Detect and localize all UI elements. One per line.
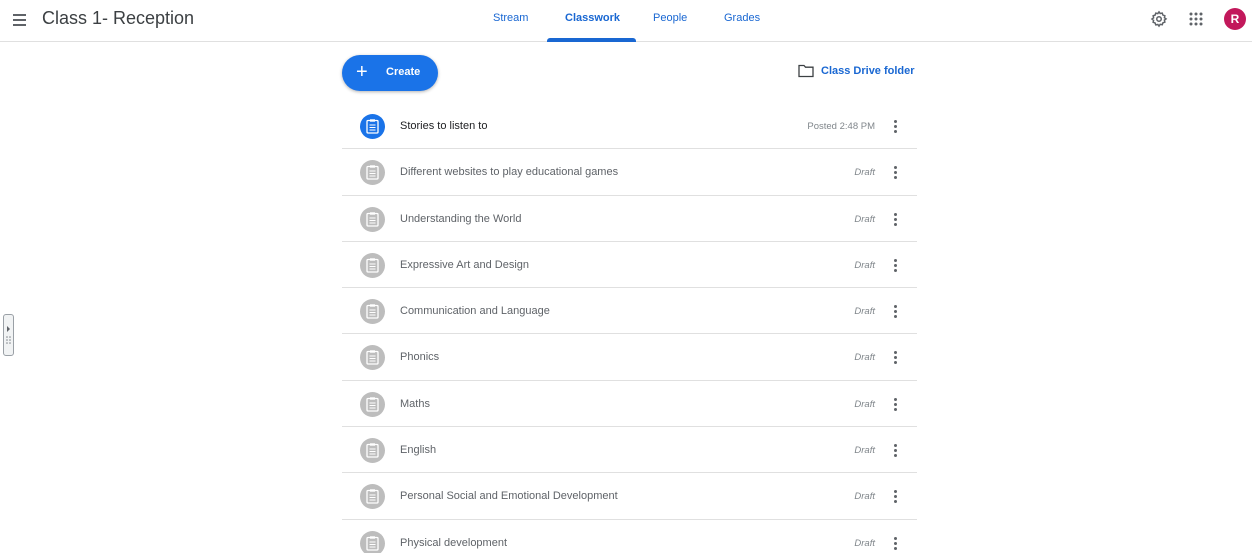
create-button[interactable]: + Create — [342, 55, 438, 91]
classwork-item-title: English — [400, 444, 437, 457]
classwork-item-title: Communication and Language — [400, 305, 550, 318]
classwork-item-title: Understanding the World — [400, 212, 522, 225]
classwork-item-status: Posted 2:48 PM — [807, 121, 875, 132]
classwork-item-title: Phonics — [400, 351, 440, 364]
plus-icon: + — [356, 61, 368, 83]
classwork-item-title: Physical development — [400, 536, 508, 549]
tab-people[interactable]: People — [653, 12, 687, 24]
class-title[interactable]: Class 1- Reception — [42, 8, 194, 29]
classwork-item[interactable]: Expressive Art and Design Draft — [342, 242, 917, 289]
assignment-material-icon — [360, 206, 385, 232]
classwork-item-status: Draft — [854, 398, 875, 410]
classwork-item[interactable]: Different websites to play educational g… — [342, 149, 917, 196]
classwork-item-status: Draft — [854, 445, 875, 457]
more-options-icon[interactable] — [889, 441, 903, 459]
tab-grades[interactable]: Grades — [724, 12, 760, 24]
apps-grid-icon[interactable] — [1188, 11, 1204, 27]
assignment-material-icon — [360, 345, 385, 371]
tab-stream[interactable]: Stream — [493, 12, 528, 24]
assignment-material-icon — [360, 252, 385, 278]
assignment-material-icon — [360, 484, 385, 510]
assignment-material-icon — [360, 114, 385, 139]
assignment-material-icon — [360, 160, 385, 186]
classwork-item-title: Personal Social and Emotional Developmen… — [400, 490, 618, 503]
classwork-item-status: Draft — [854, 306, 875, 318]
settings-gear-icon[interactable] — [1150, 10, 1168, 28]
assignment-material-icon — [360, 438, 385, 464]
classwork-item-status: Draft — [854, 352, 875, 364]
classwork-item[interactable]: Maths Draft — [342, 381, 917, 428]
assignment-material-icon — [360, 391, 385, 417]
more-options-icon[interactable] — [889, 117, 903, 135]
more-options-icon[interactable] — [889, 302, 903, 320]
create-button-label: Create — [386, 66, 421, 78]
classwork-item[interactable]: English Draft — [342, 427, 917, 474]
classwork-item-title: Different websites to play educational g… — [400, 166, 619, 179]
tab-classwork[interactable]: Classwork — [565, 12, 620, 24]
classwork-item-title: Maths — [400, 397, 430, 410]
classwork-list: Stories to listen to Posted 2:48 PM Diff… — [342, 103, 917, 553]
more-options-icon[interactable] — [889, 487, 903, 505]
classwork-item[interactable]: Physical development Draft — [342, 520, 917, 553]
classwork-item-status: Draft — [854, 259, 875, 271]
more-options-icon[interactable] — [889, 256, 903, 274]
classwork-item[interactable]: Communication and Language Draft — [342, 288, 917, 335]
classwork-item-status: Draft — [854, 491, 875, 503]
top-app-bar: Class 1- Reception Stream Classwork Peop… — [0, 0, 1252, 42]
more-options-icon[interactable] — [889, 534, 903, 552]
classwork-item[interactable]: Personal Social and Emotional Developmen… — [342, 473, 917, 520]
more-options-icon[interactable] — [889, 210, 903, 228]
assignment-material-icon — [360, 299, 385, 325]
classwork-item-status: Draft — [854, 537, 875, 549]
menu-icon[interactable] — [10, 9, 32, 31]
more-options-icon[interactable] — [889, 395, 903, 413]
classwork-item-title: Stories to listen to — [400, 120, 488, 132]
classwork-item[interactable]: Understanding the World Draft — [342, 196, 917, 242]
account-avatar[interactable]: R — [1224, 8, 1246, 30]
classwork-item[interactable]: Stories to listen to Posted 2:48 PM — [342, 103, 917, 150]
classwork-item-title: Expressive Art and Design — [400, 258, 530, 271]
classwork-item-status: Draft — [854, 167, 875, 179]
classwork-item-status: Draft — [854, 213, 875, 225]
more-options-icon[interactable] — [889, 163, 903, 181]
classwork-item[interactable]: Phonics Draft — [342, 334, 917, 381]
active-tab-indicator — [547, 38, 636, 42]
class-drive-folder-label: Class Drive folder — [821, 65, 915, 77]
folder-icon — [798, 64, 814, 78]
side-panel-handle[interactable] — [3, 314, 14, 356]
assignment-material-icon — [360, 530, 385, 553]
more-options-icon[interactable] — [889, 348, 903, 366]
